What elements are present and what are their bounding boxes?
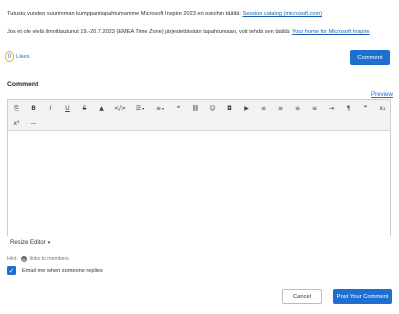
mention-icon: @ bbox=[20, 256, 27, 262]
hint-label: Hint: bbox=[7, 256, 18, 262]
bold-icon[interactable]: B bbox=[25, 103, 42, 114]
bullet-list-icon[interactable]: ☰ ▾ bbox=[130, 103, 150, 114]
post-comment-button[interactable]: Post Your Comment bbox=[333, 289, 392, 304]
preview-link[interactable]: Preview bbox=[371, 91, 393, 98]
intro-line-2-text: Jos et ole vielä ilmoittautunut 19.-20.7… bbox=[7, 29, 293, 35]
camera-icon[interactable]: ◘ bbox=[221, 103, 238, 114]
strikethrough-icon[interactable]: S bbox=[76, 103, 93, 114]
superscript-icon[interactable]: x² bbox=[8, 118, 25, 129]
comment-section-title: Comment bbox=[7, 81, 39, 88]
code-icon[interactable]: </> bbox=[110, 103, 130, 114]
italic-icon[interactable]: I bbox=[42, 103, 59, 114]
chevron-down-icon: ▾ bbox=[47, 240, 51, 246]
intro-line-2: Jos et ole vielä ilmoittautunut 19.-20.7… bbox=[7, 29, 370, 36]
align-left-icon[interactable]: ≡ bbox=[255, 103, 272, 114]
inspire-home-link[interactable]: Your home for Microsoft Inspire bbox=[292, 29, 370, 35]
align-center-icon[interactable]: ≡ bbox=[272, 103, 289, 114]
horizontal-rule-icon[interactable]: — bbox=[25, 118, 42, 129]
dropdown-caret-icon: ▾ bbox=[162, 106, 165, 111]
link-icon[interactable]: ⛓ bbox=[187, 103, 204, 114]
emoji-icon[interactable]: ☺ bbox=[204, 103, 221, 114]
toolbar-row-1: ⎘ B I U S ▲ </> ☰ ▾ ≡ ▾ ❝ ⛓ ☺ ◘ ▶ ≡ ≡ ≡ ≡ ⇥ ¶ ❞ x₂ bbox=[8, 103, 391, 114]
like-button[interactable]: 0 bbox=[5, 51, 14, 62]
resize-editor-label: Resize Editor bbox=[10, 240, 46, 246]
session-catalog-link[interactable]: Session catalog (microsoft.com) bbox=[242, 11, 322, 17]
numbered-list-icon[interactable]: ≡ ▾ bbox=[150, 103, 170, 114]
paste-icon[interactable]: ⎘ bbox=[8, 103, 25, 114]
hint-row: Hint: @ links to members bbox=[7, 256, 69, 262]
likes-label[interactable]: Likes bbox=[16, 54, 30, 60]
align-right-icon[interactable]: ≡ bbox=[289, 103, 306, 114]
resize-editor-toggle[interactable]: Resize Editor ▾ bbox=[10, 240, 50, 246]
toolbar-row-2: x² — bbox=[8, 118, 42, 129]
comment-editor: ⎘ B I U S ▲ </> ☰ ▾ ≡ ▾ ❝ ⛓ ☺ ◘ ▶ ≡ ≡ ≡ ≡ ⇥ ¶ ❞ x₂ x² — bbox=[7, 99, 391, 236]
editor-toolbar: ⎘ B I U S ▲ </> ☰ ▾ ≡ ▾ ❝ ⛓ ☺ ◘ ▶ ≡ ≡ ≡ ≡ ⇥ ¶ ❞ x₂ x² — bbox=[8, 100, 390, 131]
dropdown-caret-icon: ▾ bbox=[142, 106, 145, 111]
video-icon[interactable]: ▶ bbox=[238, 103, 255, 114]
likes-row: 0 Likes bbox=[5, 51, 30, 62]
justify-icon[interactable]: ≡ bbox=[306, 103, 323, 114]
email-option-label: Email me when someone replies bbox=[22, 267, 103, 274]
comment-body-input[interactable] bbox=[8, 131, 390, 236]
underline-icon[interactable]: U bbox=[59, 103, 76, 114]
blockquote-icon[interactable]: ❞ bbox=[357, 103, 374, 114]
paragraph-icon[interactable]: ¶ bbox=[340, 103, 357, 114]
like-count: 0 bbox=[7, 53, 12, 60]
cancel-button[interactable]: Cancel bbox=[282, 289, 322, 304]
hint-text: links to members bbox=[29, 256, 69, 262]
intro-line-1: Tutustu vuoden suurimman kumppanitapahtu… bbox=[7, 11, 322, 18]
warning-icon[interactable]: ▲ bbox=[93, 103, 110, 114]
intro-line-1-text: Tutustu vuoden suurimman kumppanitapahtu… bbox=[7, 11, 243, 17]
quote-icon[interactable]: ❝ bbox=[170, 103, 187, 114]
email-checkbox[interactable]: ✓ bbox=[7, 266, 16, 275]
subscript-icon[interactable]: x₂ bbox=[374, 103, 391, 114]
comment-button[interactable]: Comment bbox=[350, 50, 390, 65]
indent-icon[interactable]: ⇥ bbox=[323, 103, 340, 114]
email-option-row: ✓ Email me when someone replies bbox=[7, 266, 103, 275]
